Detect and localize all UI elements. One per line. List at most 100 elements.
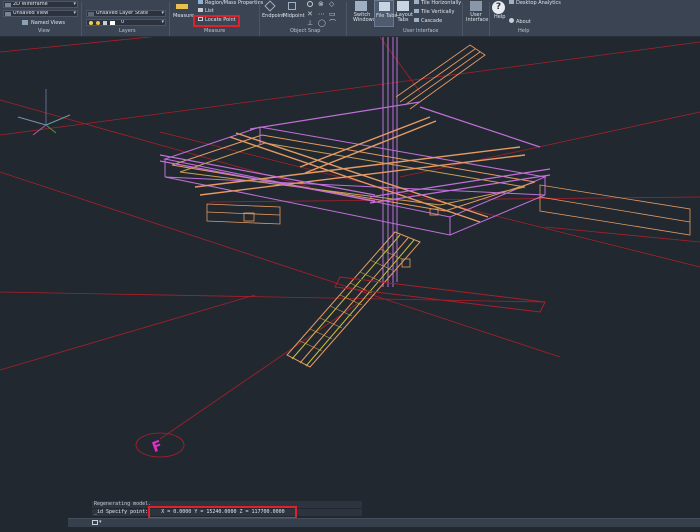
user-interface-button[interactable]: User Interface: [466, 12, 489, 23]
command-input-icon: [92, 520, 98, 525]
tile-vertically-icon: [414, 9, 419, 13]
layer-state-value: Unsaved Layer State: [96, 10, 149, 16]
model-drawing[interactable]: F: [0, 37, 700, 516]
grid-line: [0, 41, 700, 136]
desktop-analytics-label: Desktop Analytics: [516, 0, 561, 6]
about-button[interactable]: About: [509, 18, 531, 25]
layer-state-icon: [88, 12, 94, 16]
perpendicular-snap-icon[interactable]: ⊥: [307, 20, 313, 27]
beam-line: [206, 211, 281, 216]
chevron-down-icon: ▾: [73, 1, 76, 7]
switch-windows-label: Switch Windows: [353, 12, 376, 23]
layer-color-icon: [110, 21, 115, 25]
layout-tabs-button[interactable]: Layout Tabs: [396, 12, 413, 23]
grid-line: [0, 171, 561, 358]
center-snap-icon[interactable]: [307, 1, 313, 7]
nearest-snap-icon[interactable]: ⌒: [329, 20, 336, 27]
layout-tabs-icon: [397, 1, 409, 11]
tangent-snap-icon[interactable]: ◯: [318, 20, 326, 27]
grid-line: [544, 226, 700, 243]
marker-label: F: [150, 438, 164, 456]
quadrant-snap-icon[interactable]: ◇: [329, 1, 334, 8]
tile-horizontally-label: Tile Horizontally: [421, 0, 462, 6]
right-beam: [539, 184, 691, 236]
tile-vertically-button[interactable]: Tile Vertically: [414, 9, 454, 15]
tile-horizontally-button[interactable]: Tile Horizontally: [414, 0, 461, 6]
endpoint-icon: [264, 0, 276, 12]
region-mass-icon: [198, 0, 203, 4]
extension-snap-icon[interactable]: ⋯: [318, 11, 325, 18]
panel-separator: [259, 2, 260, 36]
frame-member: [159, 160, 376, 202]
layers-panel-title: Layers: [119, 28, 136, 34]
visual-style-icon: [5, 3, 11, 7]
measure-panel-title: Measure: [204, 28, 226, 34]
layer-dropdown[interactable]: 0 ▾: [86, 19, 166, 26]
visual-style-value: 2D Wireframe: [13, 1, 48, 7]
region-mass-properties-button[interactable]: Region/Mass Properties: [198, 0, 263, 6]
command-input[interactable]: ▾: [68, 518, 700, 527]
frame-member: [249, 101, 421, 130]
stair-stringer: [399, 48, 476, 103]
grid-marker[interactable]: F: [135, 432, 185, 458]
chevron-down-icon: ▾: [161, 19, 164, 25]
landing-line: [334, 276, 546, 313]
named-views-label: Named Views: [31, 19, 65, 26]
layer-state-dropdown[interactable]: Unsaved Layer State ▾: [86, 10, 166, 17]
endpoint-snap-button[interactable]: Endpoint: [262, 13, 284, 19]
intersection-snap-icon[interactable]: ✕: [307, 11, 313, 18]
file-tabs-label: File Tabs: [376, 13, 398, 19]
left-lower-beam: [206, 203, 281, 225]
measure-button[interactable]: Measure: [173, 13, 194, 19]
desktop-analytics-button[interactable]: Desktop Analytics: [509, 0, 561, 6]
help-button[interactable]: Help: [494, 14, 505, 20]
beam-line: [539, 196, 691, 223]
user-interface-icon: [470, 1, 482, 11]
view-icon: [5, 12, 11, 16]
lock-icon: [103, 21, 107, 25]
panel-separator: [346, 2, 347, 36]
ribbon: 2D Wireframe ▾ Unsaved View ▾ Named View…: [0, 0, 700, 37]
frame-member: [419, 106, 541, 148]
locate-point-highlight: [193, 15, 240, 27]
current-layer-value: 0: [121, 19, 125, 25]
tile-vertically-label: Tile Vertically: [421, 9, 455, 15]
analytics-icon: [509, 0, 514, 4]
cascade-button[interactable]: Cascade: [414, 18, 442, 24]
grid-lines: [0, 37, 700, 440]
platform-underside: [164, 176, 546, 236]
chevron-down-icon: ▾: [99, 519, 102, 525]
named-views-button[interactable]: Named Views: [22, 19, 65, 26]
grid-line: [0, 291, 546, 303]
switch-windows-icon: [355, 1, 367, 11]
list-icon: [198, 8, 203, 12]
user-interface-label: User Interface: [466, 12, 489, 23]
osnap-icon-grid: ⊗ ◇ ✕ ⋯ ▭ ⊥ ◯ ⌒: [307, 1, 343, 27]
saved-view-value: Unsaved View: [13, 10, 49, 16]
about-label: About: [516, 19, 531, 25]
model-viewport[interactable]: F: [0, 37, 700, 516]
node-snap-icon[interactable]: ⊗: [318, 1, 324, 8]
saved-view-dropdown[interactable]: Unsaved View ▾: [3, 10, 78, 17]
sun-icon: [96, 21, 100, 25]
lightbulb-icon: [89, 21, 93, 25]
visual-style-dropdown[interactable]: 2D Wireframe ▾: [3, 1, 78, 8]
ucs-y-axis: [17, 116, 47, 126]
file-tabs-button[interactable]: File Tabs: [374, 0, 398, 27]
midpoint-snap-button[interactable]: Midpoint: [283, 13, 305, 19]
named-views-icon: [22, 20, 28, 25]
command-line-area: Regenerating model. _id Specify point: X…: [0, 500, 700, 532]
switch-windows-button[interactable]: Switch Windows: [353, 12, 376, 23]
list-button[interactable]: List: [198, 8, 214, 14]
insertion-snap-icon[interactable]: ▭: [329, 11, 336, 18]
layout-tabs-label: Layout Tabs: [396, 12, 413, 23]
beam-box: [539, 184, 691, 236]
info-icon: [509, 18, 514, 23]
cascade-icon: [414, 18, 419, 22]
command-prompt-text: _id Specify point:: [94, 509, 149, 515]
stair-stringer: [299, 237, 409, 364]
beam-box: [206, 203, 281, 225]
cascade-label: Cascade: [421, 18, 443, 24]
help-panel-title: Help: [518, 28, 530, 34]
measure-icon: [176, 4, 188, 9]
